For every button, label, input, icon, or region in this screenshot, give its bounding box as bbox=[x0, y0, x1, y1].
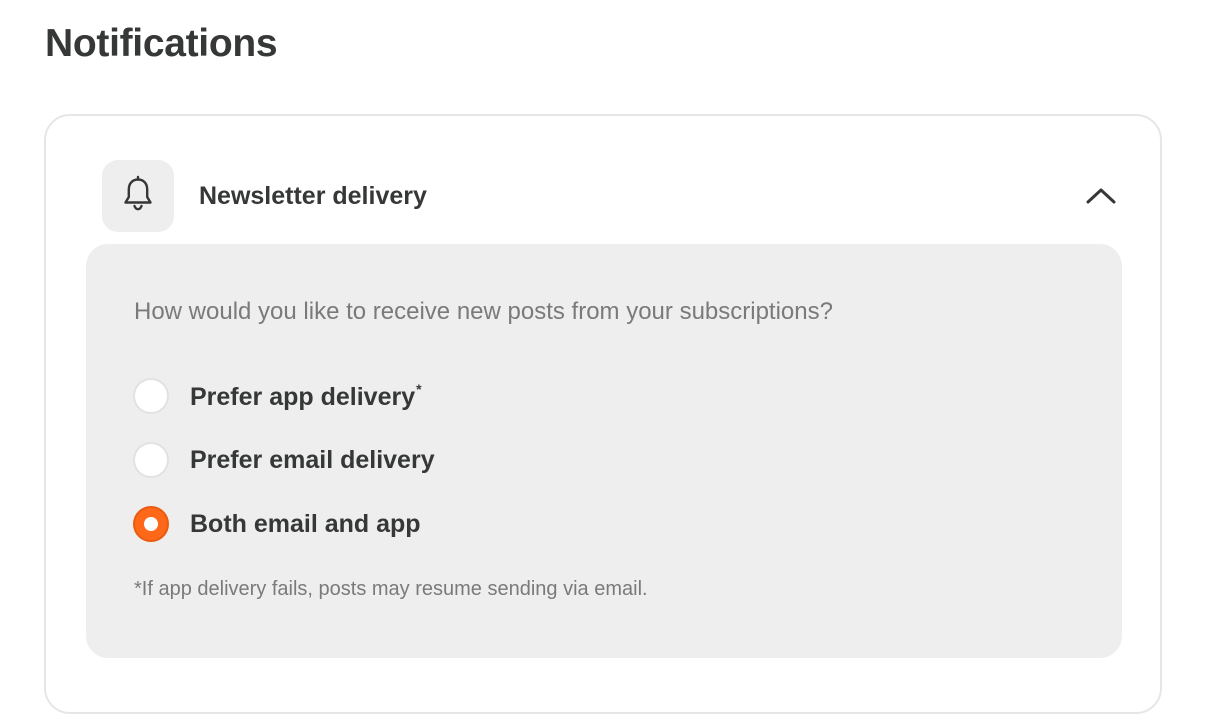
bell-icon-tile bbox=[102, 160, 174, 232]
footnote-marker: * bbox=[416, 380, 422, 397]
bell-icon bbox=[120, 175, 156, 218]
page-title: Notifications bbox=[45, 22, 278, 65]
option-label: Prefer email delivery bbox=[190, 445, 435, 474]
delivery-options-panel: How would you like to receive new posts … bbox=[86, 244, 1122, 658]
option-prefer-email-delivery[interactable]: Prefer email delivery bbox=[133, 428, 435, 492]
option-label: Prefer app delivery* bbox=[190, 380, 422, 411]
section-title: Newsletter delivery bbox=[199, 181, 427, 210]
option-label: Both email and app bbox=[190, 509, 421, 538]
newsletter-settings-card: Newsletter delivery How would you like t… bbox=[44, 114, 1162, 714]
delivery-radio-group: Prefer app delivery* Prefer email delive… bbox=[133, 364, 435, 556]
chevron-up-icon[interactable] bbox=[1084, 179, 1118, 213]
option-prefer-app-delivery[interactable]: Prefer app delivery* bbox=[133, 364, 435, 428]
radio-both-email-and-app[interactable] bbox=[133, 506, 169, 542]
delivery-question: How would you like to receive new posts … bbox=[134, 298, 833, 325]
newsletter-delivery-header[interactable]: Newsletter delivery bbox=[102, 160, 1118, 232]
delivery-footnote: *If app delivery fails, posts may resume… bbox=[134, 578, 648, 600]
radio-prefer-email-delivery[interactable] bbox=[133, 442, 169, 478]
radio-prefer-app-delivery[interactable] bbox=[133, 378, 169, 414]
option-both-email-and-app[interactable]: Both email and app bbox=[133, 492, 435, 556]
